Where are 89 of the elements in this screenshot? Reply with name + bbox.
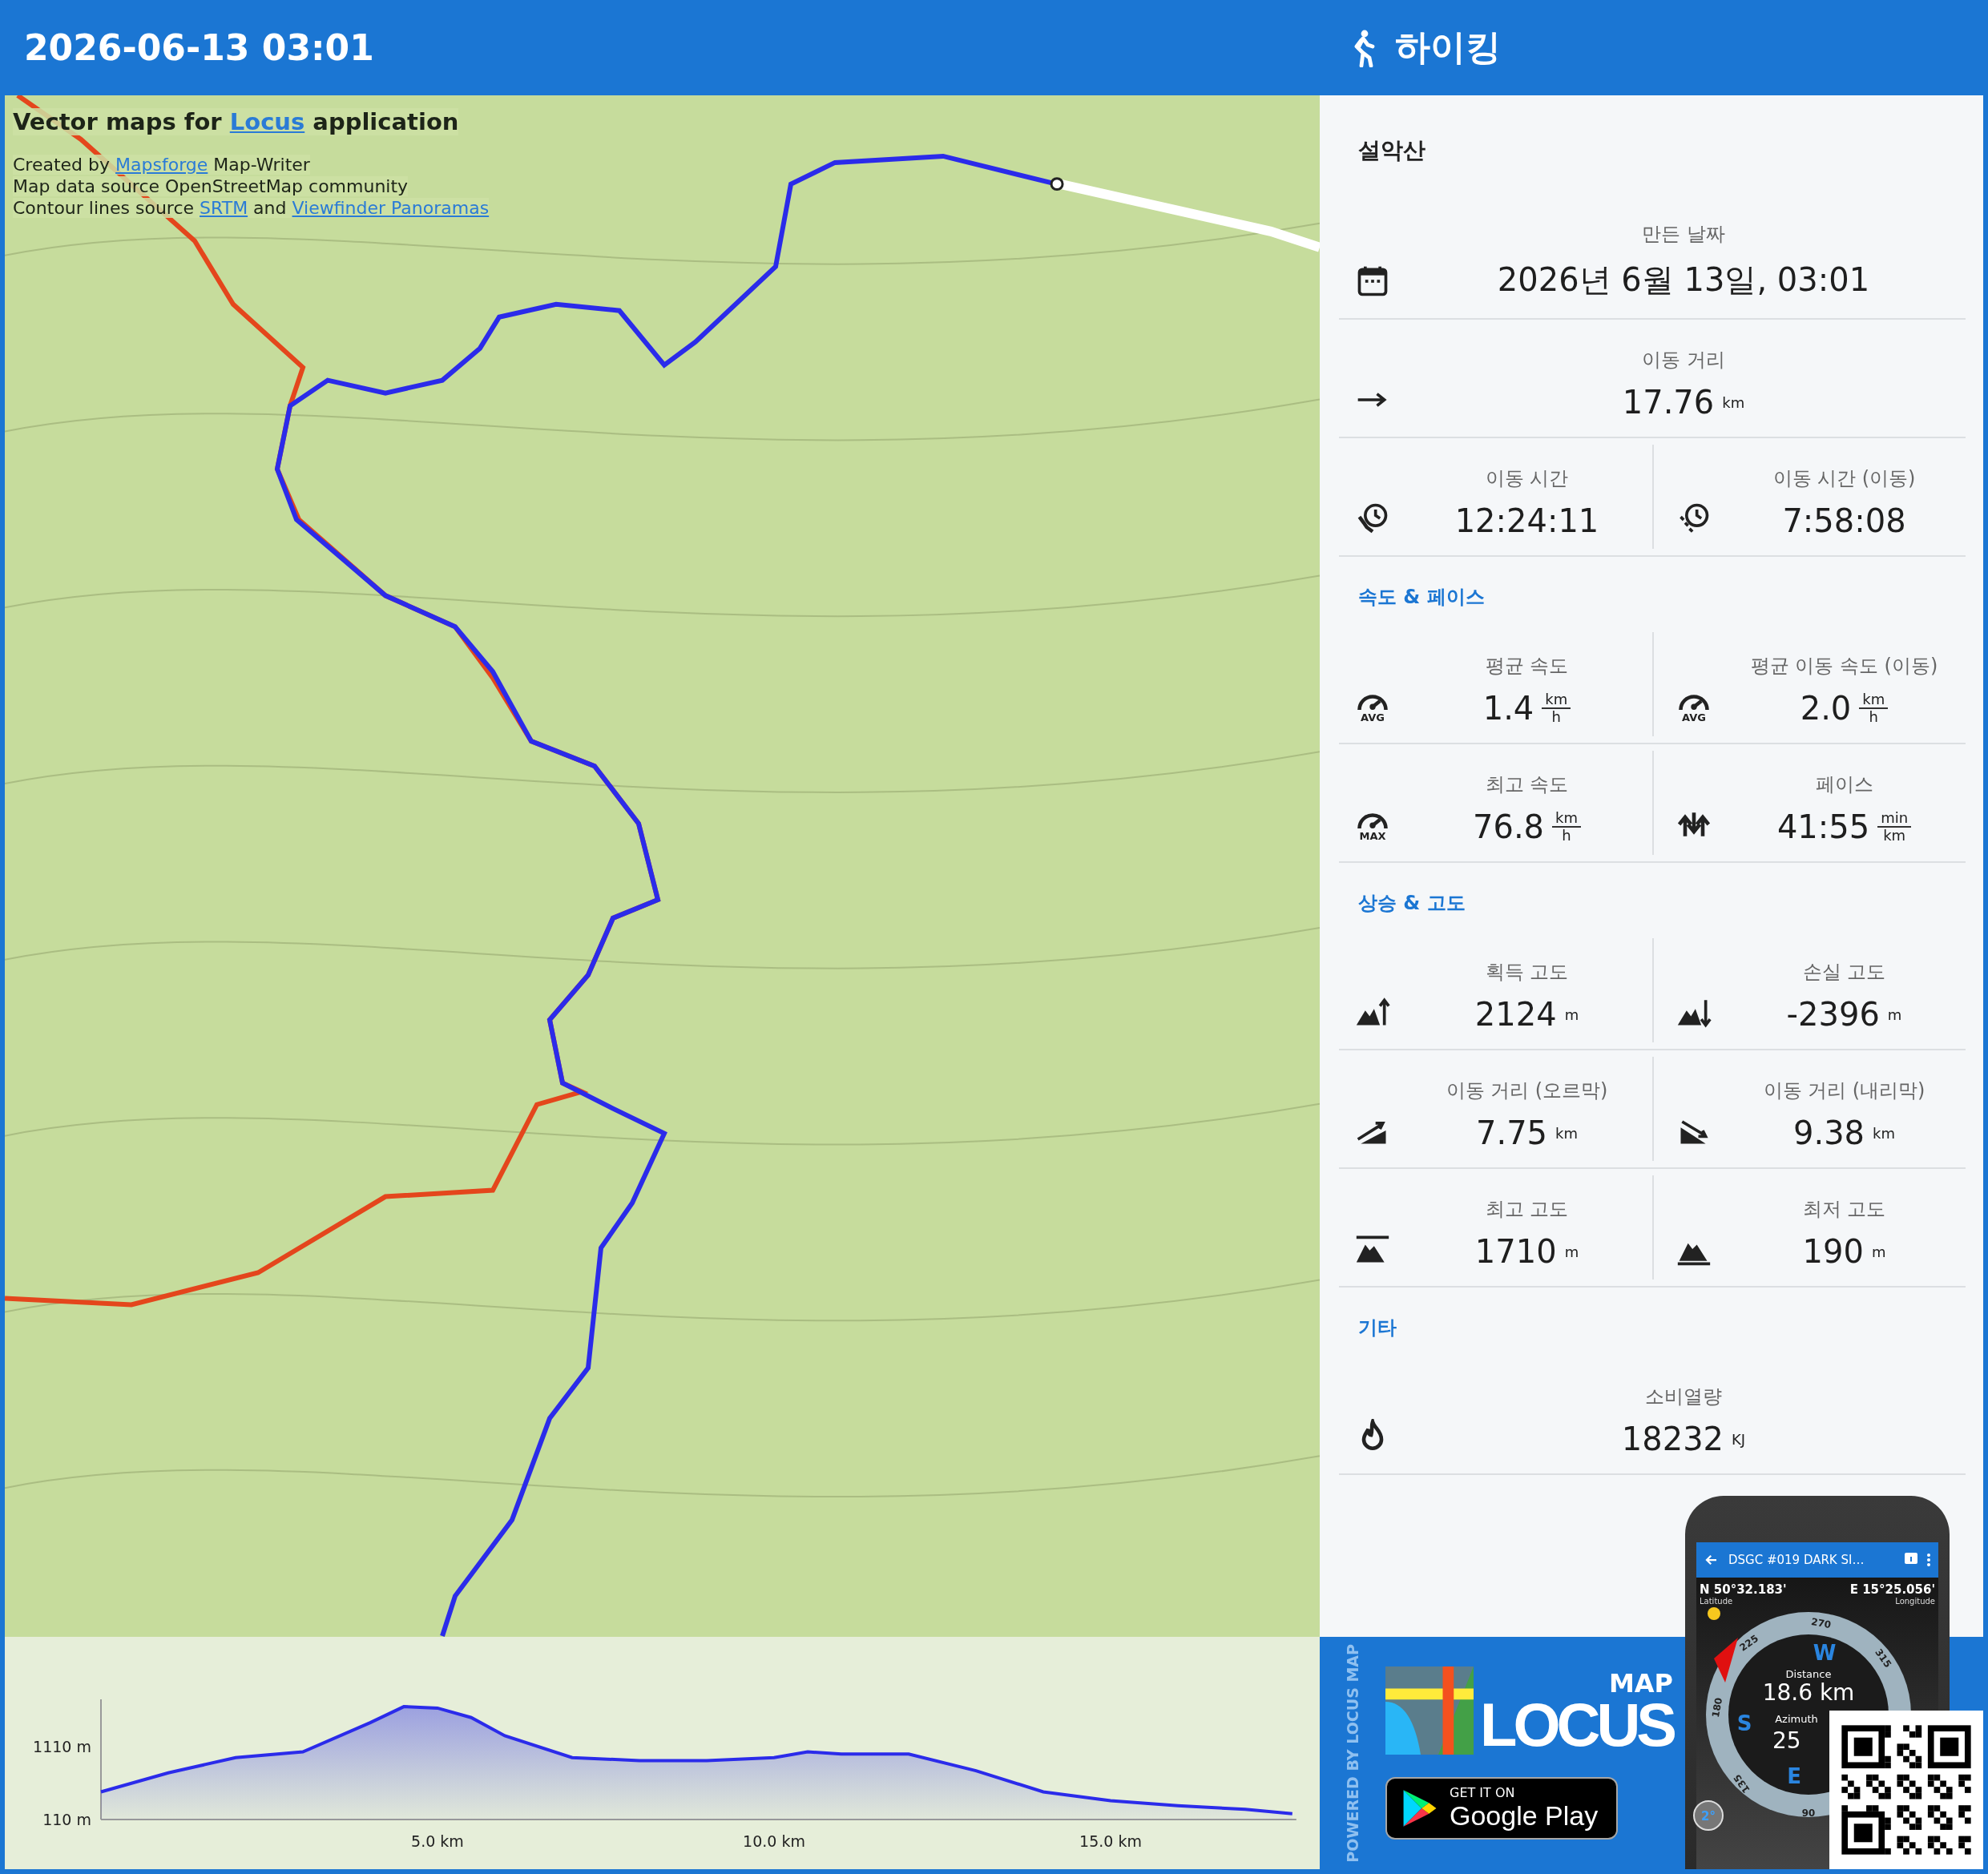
stat-value: 18232 (1621, 1421, 1724, 1457)
stat-value: 7:58:08 (1782, 502, 1906, 539)
credit-link[interactable]: Mapsforge (115, 155, 208, 175)
stat-unit: km h (1542, 691, 1571, 725)
axis-label: 110 m (42, 1811, 91, 1828)
stat-label: 최고 고도 (1485, 1197, 1569, 1222)
dial-label: 225 (1737, 1632, 1760, 1654)
app-title: DSGC #019 DARK SI… (1728, 1553, 1865, 1567)
stat-label: 페이스 (1815, 772, 1873, 797)
compass-letter: W (1813, 1641, 1837, 1665)
stat-value: 190 (1802, 1233, 1864, 1270)
page-title: 2026-06-13 03:01 (23, 27, 375, 68)
stat-label: 획득 고도 (1485, 960, 1569, 985)
section-heading: 기타 (1357, 1316, 1397, 1340)
stat-unit: km (1722, 393, 1745, 411)
stat-value: 76.8 (1473, 808, 1545, 845)
pointer-icon (1714, 1638, 1738, 1683)
gauge-caption: AVG (1361, 711, 1385, 723)
tilt-value: 2° (1701, 1809, 1716, 1824)
stat-label: 이동 거리 (1642, 348, 1725, 373)
credit-link[interactable]: SRTM (200, 198, 248, 218)
stat-value: -2396 (1786, 996, 1880, 1033)
stat-label: 이동 거리 (내리막) (1763, 1078, 1925, 1103)
stat-value: 2124 (1474, 996, 1557, 1033)
sun-icon (1708, 1607, 1720, 1620)
azimuth-label: Azimuth (1775, 1713, 1818, 1725)
stat-value: 1.4 (1482, 690, 1534, 727)
coordinate-label: Longitude (1895, 1597, 1935, 1606)
back-arrow-icon (1704, 1553, 1719, 1567)
stat-value: 2.0 (1800, 690, 1852, 727)
dial-label: 180 (1710, 1696, 1725, 1719)
stat-unit: min km (1877, 810, 1912, 844)
stat-label: 이동 시간 (이동) (1772, 466, 1916, 491)
more-icon (1927, 1554, 1930, 1566)
stat-value: 1710 (1474, 1233, 1557, 1270)
stat-unit: km h (1859, 691, 1889, 725)
stat-label: 소비열량 (1645, 1384, 1722, 1409)
stat-unit: km (1555, 1124, 1578, 1142)
stat-value: 41:55 (1776, 808, 1870, 845)
stat-value: 12:24:11 (1454, 502, 1599, 539)
stat-label: 최고 속도 (1485, 772, 1569, 797)
stat-value: 7.75 (1476, 1114, 1548, 1151)
stat-unit: m (1564, 1006, 1579, 1023)
stat-value: 17.76 (1622, 384, 1715, 421)
axis-label: 15.0 km (1079, 1832, 1142, 1850)
axis-label: 1110 m (33, 1738, 91, 1756)
tilt-indicator (1693, 1800, 1724, 1831)
axis-label: 10.0 km (743, 1832, 805, 1850)
compass-letter: E (1787, 1764, 1801, 1788)
section-heading: 속도 & 페이스 (1357, 585, 1486, 610)
stat-label: 이동 시간 (1485, 466, 1569, 491)
compass-letter: S (1736, 1711, 1752, 1735)
coordinate-value: E 15°25.056' (1849, 1582, 1935, 1597)
gauge-caption: AVG (1682, 711, 1706, 723)
activity-type: 하이킹 (1395, 26, 1501, 69)
play-triangle-icon (1401, 1788, 1438, 1828)
dial-label: 270 (1810, 1616, 1833, 1631)
azimuth-value: 25 (1772, 1727, 1801, 1754)
stat-label: 평균 속도 (1485, 654, 1569, 679)
stat-label: 최저 고도 (1802, 1197, 1886, 1222)
distance-value: 18.6 km (1762, 1679, 1855, 1706)
gauge-caption: MAX (1359, 830, 1386, 842)
stat-unit: KJ (1732, 1430, 1746, 1448)
stat-unit: km (1873, 1124, 1895, 1142)
stat-label: 손실 고도 (1802, 960, 1886, 985)
section-heading: 상승 & 고도 (1357, 891, 1466, 916)
stat-label: 이동 거리 (오르막) (1446, 1078, 1608, 1103)
stat-label: 평균 이동 속도 (이동) (1750, 654, 1938, 679)
coordinate-value: N 50°32.183' (1700, 1582, 1787, 1597)
stat-unit: m (1871, 1243, 1886, 1260)
stat-value: 2026년 6월 13일, 03:01 (1497, 260, 1870, 300)
axis-label: 5.0 km (411, 1832, 464, 1850)
logo-text: LOCUS (1480, 1695, 1673, 1755)
puzzle-map-icon (1385, 1666, 1474, 1755)
stat-unit: km h (1552, 810, 1581, 844)
map-credit-heading: Vector maps for Locus application (13, 108, 459, 135)
coordinate-label: Latitude (1700, 1597, 1733, 1606)
stat-unit: m (1564, 1243, 1579, 1260)
store-badge[interactable]: GET IT ON Google Play (1385, 1777, 1618, 1840)
track-name: 설악산 (1357, 136, 1426, 165)
stat-value: 9.38 (1793, 1114, 1865, 1151)
dial-label: 06 (1801, 1807, 1816, 1818)
logo-text: MAP (1608, 1671, 1673, 1695)
powered-by-text: POWERED BY LOCUS MAP (1344, 1643, 1361, 1863)
stat-unit: m (1887, 1006, 1902, 1023)
distance-label: Distance (1785, 1668, 1832, 1680)
credit-link[interactable]: Viewfinder Panoramas (292, 198, 490, 218)
credit-link[interactable]: Locus (229, 108, 305, 135)
stat-label: 만든 날짜 (1642, 222, 1725, 247)
